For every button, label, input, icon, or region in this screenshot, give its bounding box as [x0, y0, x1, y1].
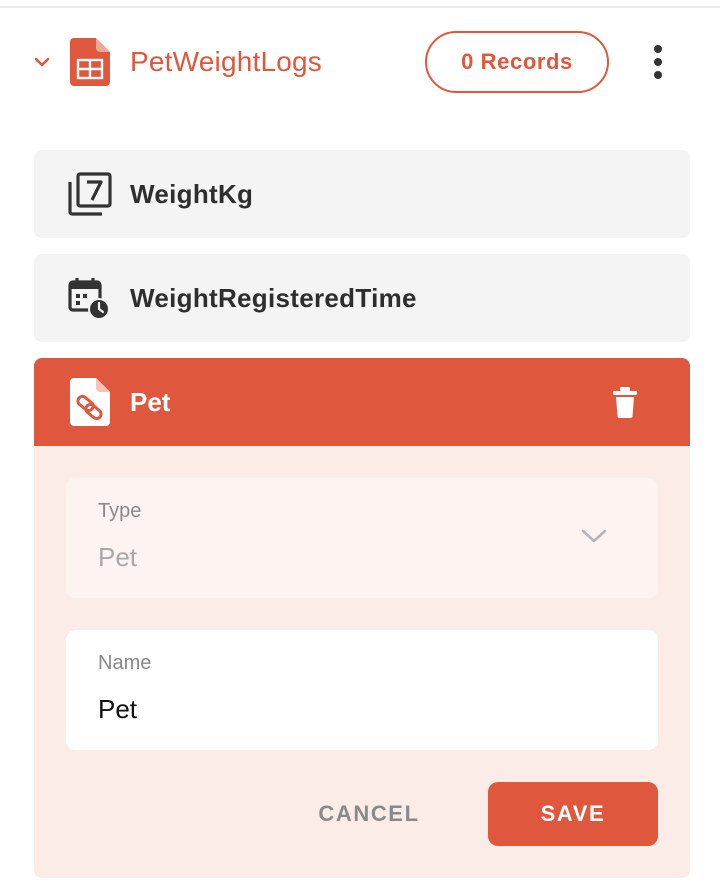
top-divider	[0, 6, 720, 8]
trash-icon[interactable]	[610, 386, 640, 418]
field-row-weightregisteredtime[interactable]: WeightRegisteredTime	[34, 254, 690, 342]
type-label: Type	[98, 500, 142, 522]
table-header: PetWeightLogs 0 Records	[0, 22, 720, 102]
more-options-button[interactable]	[644, 42, 672, 82]
kebab-dot	[654, 45, 662, 53]
relationship-header[interactable]: Pet	[34, 358, 690, 446]
kebab-dot	[654, 71, 662, 79]
kebab-dot	[654, 58, 662, 66]
field-row-weightkg[interactable]: WeightKg	[34, 150, 690, 238]
save-button[interactable]: SAVE	[488, 782, 658, 846]
relationship-editor: Pet Type Pet Name Pet CANCEL SAVE	[34, 358, 690, 878]
cancel-button[interactable]: CANCEL	[304, 786, 434, 842]
datetime-field-icon	[68, 278, 110, 320]
spreadsheet-icon	[70, 38, 110, 86]
relationship-label: Pet	[130, 387, 171, 417]
chevron-down-icon	[581, 529, 607, 543]
name-label: Name	[98, 652, 152, 674]
table-title: PetWeightLogs	[130, 46, 322, 77]
type-value: Pet	[98, 542, 138, 572]
records-count-button[interactable]: 0 Records	[425, 31, 609, 93]
field-label: WeightKg	[130, 179, 254, 209]
name-value[interactable]: Pet	[98, 694, 137, 725]
chevron-down-icon	[34, 57, 50, 67]
collapse-toggle[interactable]	[30, 50, 54, 74]
name-input[interactable]: Name Pet	[66, 630, 658, 750]
number-field-icon	[68, 172, 112, 216]
linked-record-icon	[70, 378, 110, 426]
field-label: WeightRegisteredTime	[130, 283, 417, 313]
type-select: Type Pet	[66, 478, 658, 598]
